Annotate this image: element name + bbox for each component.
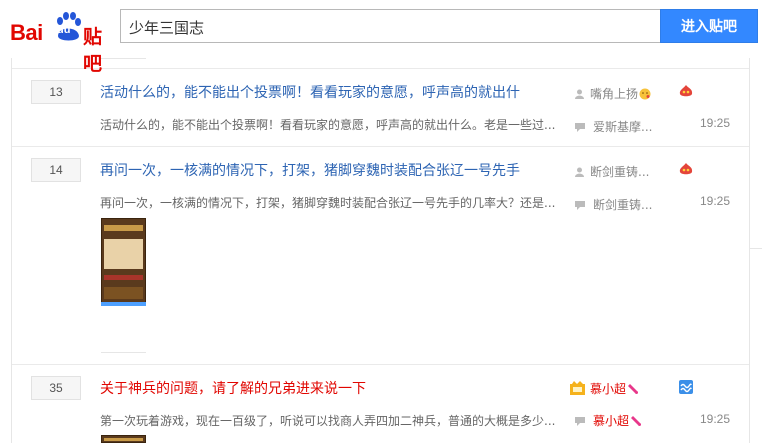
member-tag-icon	[628, 384, 639, 394]
comment-icon	[575, 123, 585, 132]
baidu-tieba-logo[interactable]: Bai du 贴吧	[10, 10, 114, 75]
thread-excerpt: 再问一次，一核满的情况下，打架，猪脚穿魏时装配合张辽一号先手的几率大？还是...	[100, 196, 556, 210]
thread-author[interactable]: 断剑重铸...	[575, 163, 649, 180]
thread-excerpt: 第一次玩着游戏，现在一百级了，听说可以找商人弄四加二神兵，普通的大概是多少...	[100, 414, 556, 428]
list-frame-left	[11, 0, 12, 443]
thread-title-link[interactable]: 关于神兵的问题，请了解的兄弟进来说一下	[100, 378, 366, 398]
flame-badge-icon	[679, 163, 693, 175]
top-header: Bai du 贴吧 少年三国志 进入贴吧	[0, 0, 762, 75]
search-input[interactable]: 少年三国志	[120, 9, 662, 43]
last-reply-name: 慕小超	[593, 414, 630, 428]
author-name: 慕小超	[590, 382, 627, 396]
row-divider	[12, 146, 749, 147]
thumbnail-baseline	[101, 352, 146, 353]
thread-image-thumbnail[interactable]	[101, 218, 146, 304]
last-reply-name: 断剑重铸...	[593, 198, 653, 212]
last-reply-user[interactable]: 断剑重铸...	[575, 196, 652, 213]
wave-badge-icon	[679, 380, 693, 394]
last-reply-user[interactable]: 爱斯基摩...	[575, 118, 652, 135]
reply-time: 19:25	[700, 194, 731, 208]
member-tag-icon	[631, 416, 642, 426]
author-name: 嘴角上扬	[590, 87, 639, 101]
reply-time: 19:25	[700, 412, 731, 426]
last-reply-name: 爱斯基摩...	[593, 120, 653, 134]
thumbnail-selected-indicator	[101, 302, 146, 306]
row-divider	[12, 68, 749, 69]
flame-badge-icon	[679, 85, 693, 97]
reply-count-badge: 14	[31, 158, 81, 182]
enter-tieba-button[interactable]: 进入贴吧	[660, 9, 758, 43]
list-frame-right	[749, 0, 750, 443]
side-divider	[750, 248, 762, 249]
thread-image-thumbnail[interactable]	[101, 435, 146, 443]
emoji-kiss-icon	[639, 88, 651, 100]
comment-icon	[575, 417, 585, 426]
logo-du-text: du	[57, 24, 71, 36]
author-name: 断剑重铸...	[590, 165, 650, 179]
thread-author[interactable]: 慕小超	[570, 380, 639, 397]
last-reply-user[interactable]: 慕小超	[575, 412, 642, 429]
reply-time: 19:25	[700, 116, 731, 130]
thread-title-link[interactable]: 再问一次，一核满的情况下，打架，猪脚穿魏时装配合张辽一号先手	[100, 160, 520, 180]
reply-count-badge: 13	[31, 80, 81, 104]
vip-crown-icon	[570, 381, 585, 395]
logo-tieba-text: 贴吧	[83, 26, 103, 75]
thread-excerpt: 活动什么的，能不能出个投票啊！看看玩家的意愿，呼声高的就出什么。老是一些过...	[100, 118, 556, 132]
comment-icon	[575, 201, 585, 210]
user-icon	[575, 167, 584, 177]
row-divider	[12, 364, 749, 365]
logo-bai-text: Bai	[10, 20, 43, 45]
thread-title-link[interactable]: 活动什么的，能不能出个投票啊！看看玩家的意愿，呼声高的就出什	[100, 82, 520, 102]
thread-author[interactable]: 嘴角上扬	[575, 85, 651, 102]
user-icon	[575, 89, 584, 99]
reply-count-badge: 35	[31, 376, 81, 400]
